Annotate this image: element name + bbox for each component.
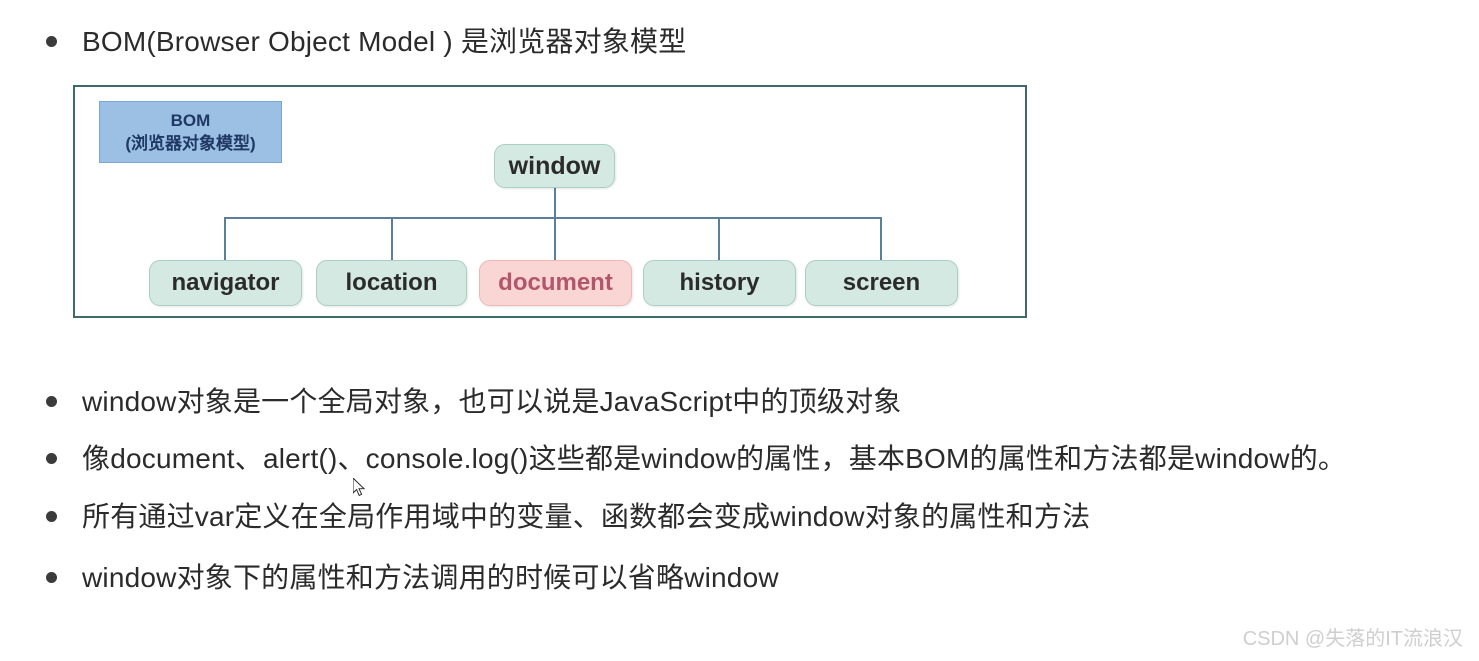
connector-drop-history [718,217,720,260]
list-item: BOM(Browser Object Model ) 是浏览器对象模型 [46,24,686,60]
connector-root-stem [554,188,556,218]
diagram-node-history: history [643,260,796,306]
connector-drop-location [391,217,393,260]
list-item-text: BOM(Browser Object Model ) 是浏览器对象模型 [82,26,687,57]
list-item-text: 所有通过var定义在全局作用域中的变量、函数都会变成window对象的属性和方法 [82,501,1091,532]
list-item: 像document、alert()、console.log()这些都是windo… [46,441,1346,477]
bullet-marker-icon [46,396,57,407]
bom-diagram: BOM (浏览器对象模型) window navigator location … [73,85,1027,318]
list-item-text: window对象是一个全局对象，也可以说是JavaScript中的顶级对象 [82,386,902,417]
diagram-node-document-label: document [498,269,613,296]
diagram-node-location-label: location [345,269,438,296]
bullet-marker-icon [46,572,57,583]
diagram-node-document: document [479,260,632,306]
bullet-marker-icon [46,453,57,464]
diagram-node-screen-label: screen [842,269,921,296]
diagram-node-navigator: navigator [149,260,302,306]
diagram-node-screen: screen [805,260,958,306]
bom-legend-box: BOM (浏览器对象模型) [99,101,282,163]
mouse-pointer-icon [353,478,366,497]
connector-drop-document [554,217,556,260]
list-item: window对象下的属性和方法调用的时候可以省略window [46,560,779,596]
diagram-node-window: window [494,144,615,188]
list-item: window对象是一个全局对象，也可以说是JavaScript中的顶级对象 [46,384,902,420]
list-item: 所有通过var定义在全局作用域中的变量、函数都会变成window对象的属性和方法 [46,499,1090,535]
diagram-node-navigator-label: navigator [171,269,280,296]
diagram-node-history-label: history [679,269,760,296]
diagram-node-location: location [316,260,467,306]
list-item-text: 像document、alert()、console.log()这些都是windo… [82,443,1347,474]
csdn-watermark: CSDN @失落的IT流浪汉 [1242,628,1463,650]
diagram-node-window-label: window [508,151,601,180]
connector-horizontal-bus [224,217,882,219]
bom-legend-title: BOM [170,111,211,130]
connector-drop-screen [880,217,882,260]
list-item-text: window对象下的属性和方法调用的时候可以省略window [82,562,779,593]
bullet-marker-icon [46,36,57,47]
connector-drop-navigator [224,217,226,260]
bullet-marker-icon [46,511,57,522]
bom-legend-subtitle: (浏览器对象模型) [125,134,256,153]
